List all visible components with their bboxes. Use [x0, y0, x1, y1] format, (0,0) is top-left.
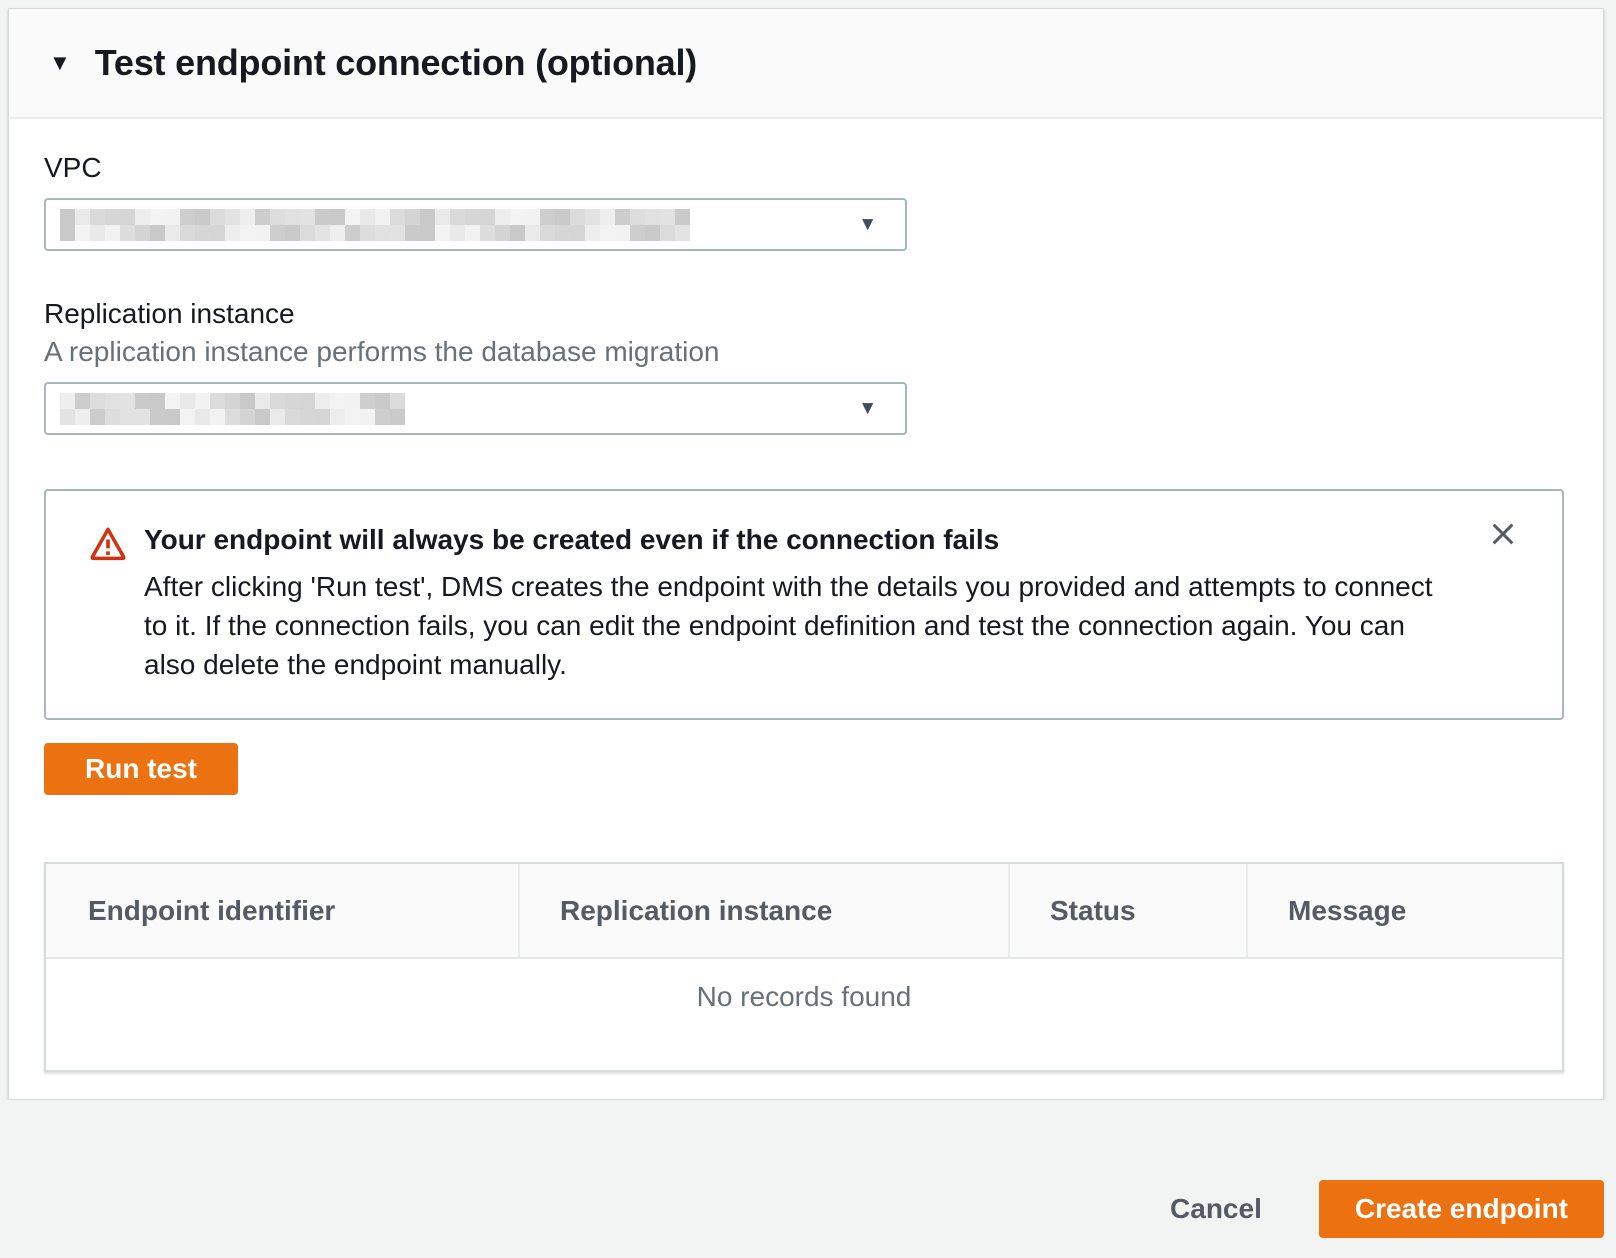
test-endpoint-connection-panel: ▼ Test endpoint connection (optional) VP… [8, 8, 1604, 1100]
warning-title: Your endpoint will always be created eve… [144, 521, 1439, 559]
column-header-replication-instance: Replication instance [518, 864, 1008, 957]
chevron-down-icon: ▼ [858, 399, 877, 418]
warning-triangle-icon [88, 524, 128, 684]
warning-banner: Your endpoint will always be created eve… [44, 489, 1564, 720]
section-title: Test endpoint connection (optional) [95, 42, 697, 84]
collapse-triangle-icon: ▼ [49, 52, 71, 74]
replication-instance-label: Replication instance [44, 298, 1568, 330]
cancel-button[interactable]: Cancel [1170, 1180, 1262, 1238]
section-body: VPC ▼ Replication instance A replication… [9, 152, 1603, 1072]
section-header[interactable]: ▼ Test endpoint connection (optional) [9, 9, 1603, 119]
empty-state-message: No records found [46, 959, 1562, 1070]
close-icon [1487, 538, 1519, 553]
vpc-label: VPC [44, 152, 1568, 184]
redacted-vpc-value [60, 209, 690, 241]
chevron-down-icon: ▼ [858, 215, 877, 234]
run-test-button[interactable]: Run test [44, 743, 238, 795]
column-header-status: Status [1008, 864, 1246, 957]
replication-instance-select[interactable]: ▼ [44, 382, 907, 435]
redacted-replication-instance-value [60, 393, 405, 425]
test-results-table: Endpoint identifier Replication instance… [44, 862, 1564, 1072]
create-endpoint-button[interactable]: Create endpoint [1319, 1180, 1604, 1238]
replication-instance-description: A replication instance performs the data… [44, 336, 1568, 368]
vpc-select[interactable]: ▼ [44, 198, 907, 251]
warning-content: Your endpoint will always be created eve… [144, 521, 1439, 684]
column-header-endpoint-identifier: Endpoint identifier [46, 864, 518, 957]
warning-body: After clicking 'Run test', DMS creates t… [144, 567, 1439, 684]
form-footer: Cancel Create endpoint [0, 1100, 1616, 1258]
column-header-message: Message [1246, 864, 1562, 957]
table-header-row: Endpoint identifier Replication instance… [46, 864, 1562, 959]
dismiss-warning-button[interactable] [1486, 517, 1520, 551]
